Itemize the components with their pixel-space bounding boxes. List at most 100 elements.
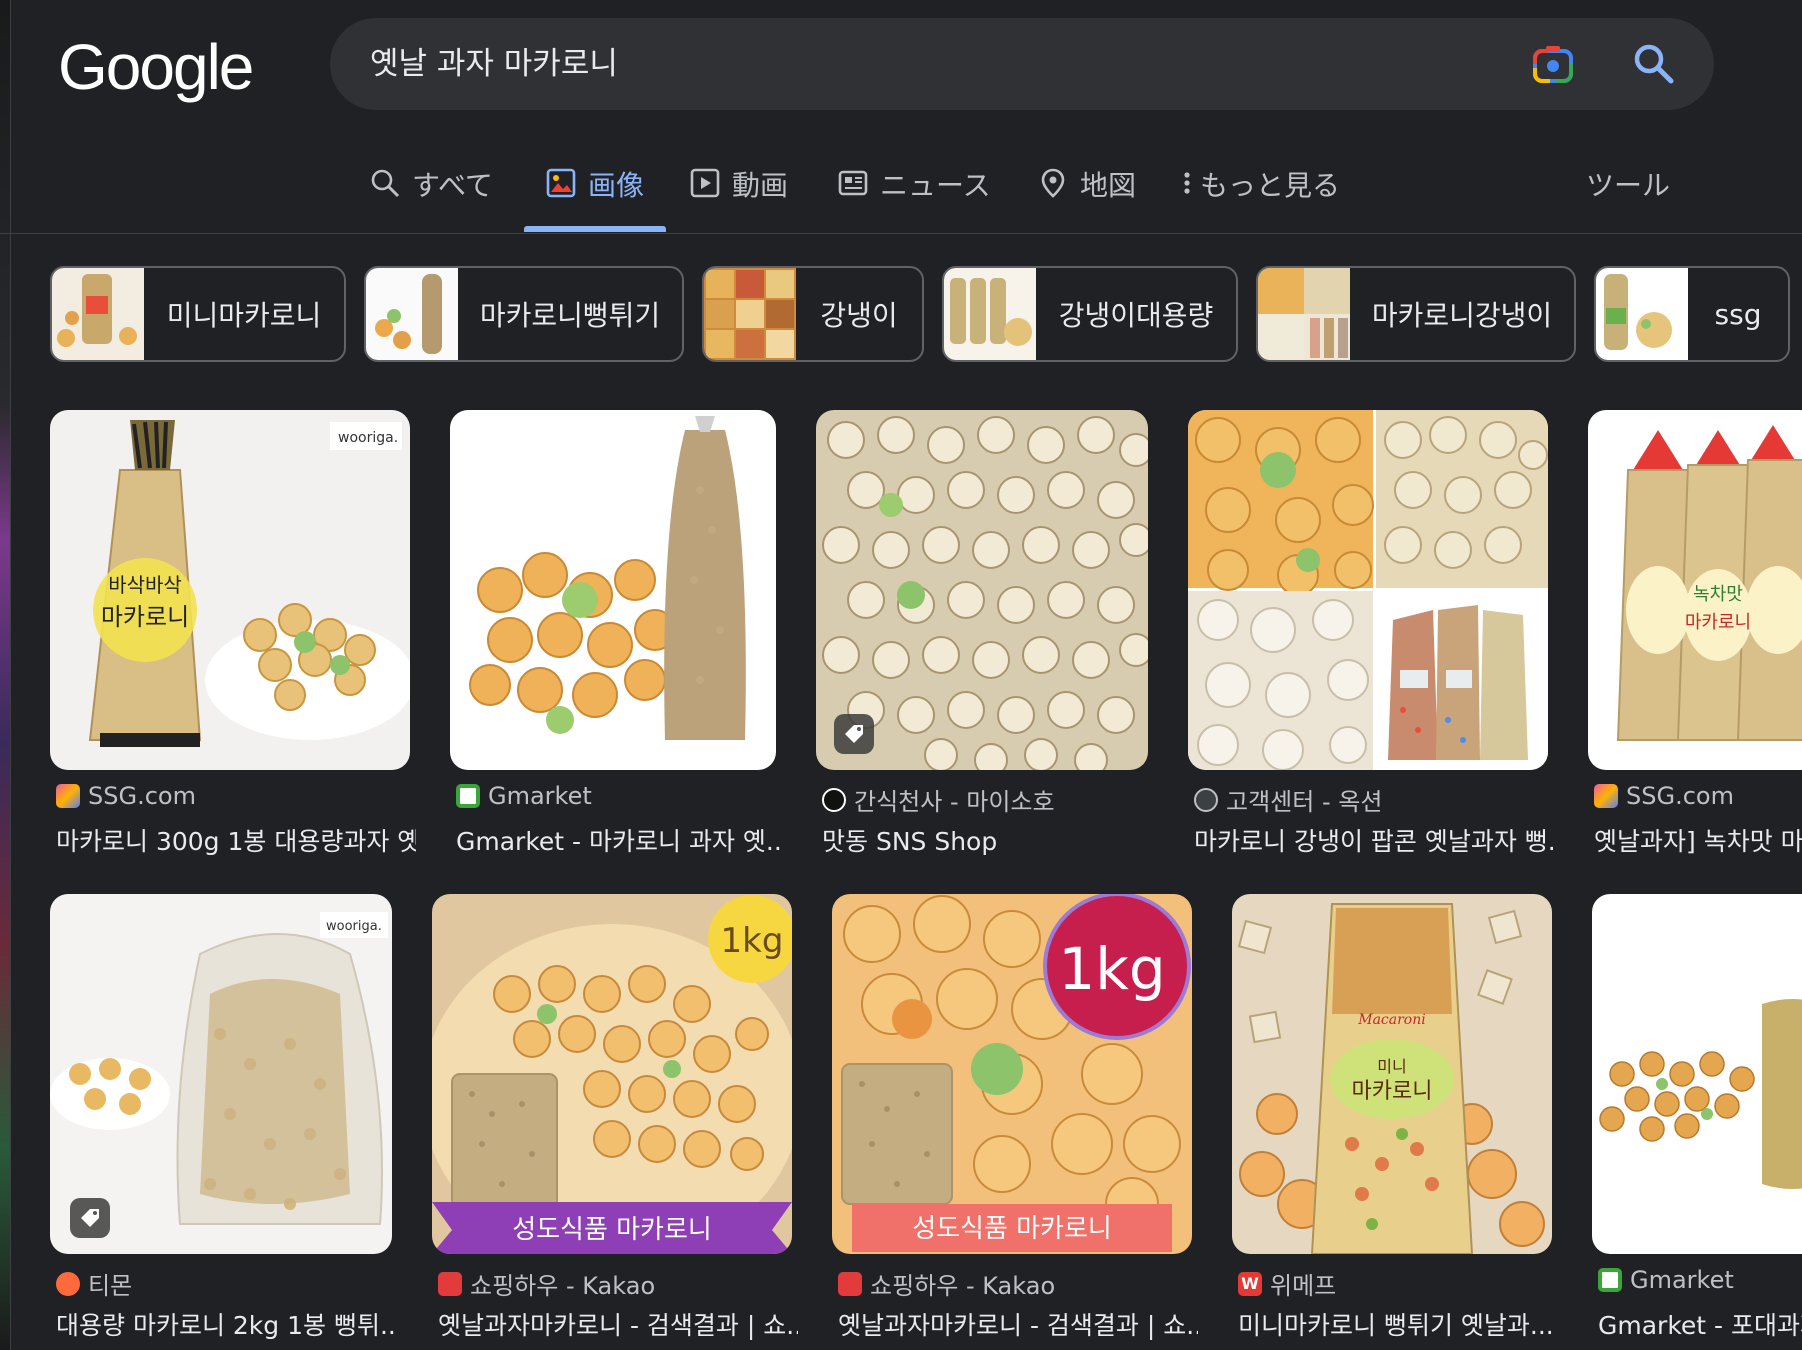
tab-label: 画像 bbox=[588, 169, 645, 202]
map-pin-icon bbox=[1041, 168, 1065, 198]
image-result[interactable]: wooriga. 티몬 대용량 마카로니 2kg 1봉 뻥튀... bbox=[50, 894, 398, 1350]
shoppinghow-favicon-icon bbox=[838, 1271, 862, 1296]
related-chip-macaroni-corn[interactable]: 마카로니강냉이 bbox=[1256, 266, 1576, 362]
related-chip-corn-bulk[interactable]: 강냉이대용량 bbox=[942, 266, 1238, 362]
image-result[interactable]: 간식천사 - 마이소호 맛동 SNS Shop bbox=[816, 410, 1148, 860]
tmon-favicon-icon bbox=[56, 1271, 80, 1296]
source-label: SSG.com bbox=[1626, 782, 1734, 810]
weight-badge: 1kg bbox=[721, 921, 784, 961]
result-image[interactable]: 바삭바삭 마카로니 wooriga. bbox=[50, 410, 410, 770]
result-title[interactable]: 대용량 마카로니 2kg 1봉 뻥튀... bbox=[56, 1306, 398, 1342]
result-source: 고객센터 - 옥션 bbox=[1194, 782, 1382, 817]
news-icon bbox=[838, 170, 868, 196]
image-result[interactable]: 녹차맛 마카로니 SSG.com 옛날과자] 녹차맛 마카로 bbox=[1588, 410, 1802, 860]
source-label: 쇼핑하우 - Kakao bbox=[870, 1272, 1056, 1300]
source-label: Gmarket bbox=[1630, 1266, 1734, 1294]
gmarket-favicon-icon bbox=[1598, 1268, 1622, 1292]
result-title[interactable]: 마카로니 강냉이 팝콘 옛날과자 뻥... bbox=[1194, 822, 1554, 858]
tab-all[interactable]: すべて bbox=[370, 164, 493, 234]
result-title[interactable]: 옛날과자마카로니 - 검색결과 | 쇼... bbox=[838, 1306, 1198, 1342]
related-chip-mini-macaroni[interactable]: 미니마카로니 bbox=[50, 266, 346, 362]
image-result[interactable]: 1kg 성도식품 마카로니 쇼핑하우 - Kakao 옛날과자마카로니 - 검색… bbox=[832, 894, 1198, 1350]
result-title[interactable]: 옛날과자마카로니 - 검색결과 | 쇼... bbox=[438, 1306, 798, 1342]
gmarket-favicon-icon bbox=[456, 784, 480, 808]
result-title[interactable]: 미니마카로니 뻥튀기 옛날과... bbox=[1238, 1306, 1558, 1342]
search-icon bbox=[371, 169, 400, 198]
source-label: 간식천사 - 마이소호 bbox=[854, 788, 1055, 816]
google-logo[interactable]: Google bbox=[58, 30, 254, 104]
chip-label: 마카로니강냉이 bbox=[1371, 299, 1553, 332]
image-result[interactable]: Gmarket Gmarket - 포대과자 bbox=[1592, 894, 1802, 1350]
ssg-favicon-icon bbox=[56, 784, 80, 808]
tab-more[interactable]: もっと見る bbox=[1180, 164, 1340, 234]
google-lens-icon[interactable] bbox=[1532, 44, 1574, 84]
product-tag-icon bbox=[834, 714, 874, 754]
result-source: Gmarket bbox=[456, 782, 592, 810]
result-image[interactable] bbox=[450, 410, 776, 770]
video-icon bbox=[690, 168, 720, 198]
bag-label: 마카로니 bbox=[101, 603, 189, 631]
source-label: 고객센터 - 옥션 bbox=[1226, 788, 1383, 816]
result-title[interactable]: Gmarket - 마카로니 과자 옛... bbox=[456, 822, 782, 858]
chip-label: ssg bbox=[1714, 297, 1762, 331]
result-source: SSG.com bbox=[1594, 782, 1734, 810]
result-image[interactable]: 1kg 성도식품 마카로니 bbox=[832, 894, 1192, 1254]
image-result[interactable]: Macaroni 미니 마카로니 W 위메프 미니마카로니 뻥튀기 옛날과... bbox=[1232, 894, 1554, 1350]
chip-thumbnail bbox=[52, 268, 144, 360]
image-result[interactable]: 고객센터 - 옥션 마카로니 강냉이 팝콘 옛날과자 뻥... bbox=[1188, 410, 1554, 860]
source-label: 위메프 bbox=[1270, 1272, 1337, 1300]
active-tab-indicator bbox=[524, 226, 666, 232]
tab-label: ニュース bbox=[880, 169, 991, 202]
image-result[interactable]: 바삭바삭 마카로니 wooriga. SSG.com 마카로니 300g 1봉 … bbox=[50, 410, 416, 860]
more-vert-icon bbox=[1184, 172, 1190, 194]
chip-thumbnail bbox=[366, 268, 458, 360]
result-title[interactable]: 옛날과자] 녹차맛 마카로 bbox=[1594, 822, 1802, 858]
chip-thumbnail bbox=[1596, 268, 1688, 360]
tab-label: 動画 bbox=[732, 169, 789, 202]
result-image[interactable]: 녹차맛 마카로니 bbox=[1588, 410, 1802, 770]
result-source: 티몬 bbox=[56, 1266, 132, 1301]
weight-badge: 1kg bbox=[1058, 935, 1165, 1003]
ssg-favicon-icon bbox=[1594, 784, 1618, 808]
result-title[interactable]: 맛동 SNS Shop bbox=[822, 822, 1154, 858]
image-result[interactable]: Gmarket Gmarket - 마카로니 과자 옛... bbox=[450, 410, 782, 860]
tab-label: もっと見る bbox=[1200, 169, 1341, 202]
search-tabs: すべて 画像 動画 ニュース 地図 もっと見る bbox=[0, 150, 1802, 234]
result-source: 쇼핑하우 - Kakao bbox=[438, 1266, 655, 1301]
chip-label: 미니마카로니 bbox=[166, 299, 322, 332]
tab-videos[interactable]: 動画 bbox=[690, 164, 788, 234]
related-chip-macaroni-popped[interactable]: 마카로니뻥튀기 bbox=[364, 266, 684, 362]
result-image[interactable]: Macaroni 미니 마카로니 bbox=[1232, 894, 1552, 1254]
result-source: Gmarket bbox=[1598, 1266, 1734, 1294]
related-chip-ssg[interactable]: ssg bbox=[1594, 266, 1790, 362]
tab-images[interactable]: 画像 bbox=[546, 164, 644, 234]
related-chip-corn-snack[interactable]: 강냉이 bbox=[702, 266, 924, 362]
chip-label: 강냉이 bbox=[820, 299, 898, 332]
brand-watermark: wooriga. bbox=[326, 919, 382, 934]
image-result[interactable]: 1kg 성도식품 마카로니 쇼핑하우 - Kakao 옛날과자마카로니 - 검색… bbox=[432, 894, 798, 1350]
tab-label: すべて bbox=[412, 169, 493, 202]
source-label: Gmarket bbox=[488, 782, 592, 810]
chip-label: 강냉이대용량 bbox=[1058, 299, 1214, 332]
bag-label: 녹차맛 bbox=[1693, 584, 1743, 605]
bag-label: 마카로니 bbox=[1685, 612, 1751, 633]
chip-thumbnail bbox=[944, 268, 1036, 360]
tab-maps[interactable]: 地図 bbox=[1038, 164, 1136, 234]
source-label: 티몬 bbox=[88, 1272, 133, 1300]
tools-button[interactable]: ツール bbox=[1586, 164, 1670, 204]
chip-thumbnail bbox=[704, 268, 796, 360]
bag-label: 미니 bbox=[1377, 1057, 1406, 1076]
bag-label: 마카로니 bbox=[1352, 1079, 1433, 1104]
chip-label: 마카로니뻥튀기 bbox=[479, 299, 661, 332]
tab-news[interactable]: ニュース bbox=[838, 164, 991, 234]
result-source: 쇼핑하우 - Kakao bbox=[838, 1266, 1055, 1301]
result-image[interactable] bbox=[1188, 410, 1548, 770]
tab-label: 地図 bbox=[1080, 169, 1137, 202]
result-image[interactable] bbox=[1592, 894, 1802, 1254]
result-title[interactable]: 마카로니 300g 1봉 대용량과자 옛... bbox=[56, 822, 416, 858]
search-input[interactable]: 옛날 과자 마카로니 bbox=[370, 18, 618, 110]
search-icon[interactable] bbox=[1632, 42, 1674, 84]
search-box[interactable]: 옛날 과자 마카로니 bbox=[330, 18, 1714, 110]
result-title[interactable]: Gmarket - 포대과자 bbox=[1598, 1306, 1802, 1342]
result-image[interactable]: 1kg 성도식품 마카로니 bbox=[432, 894, 792, 1254]
